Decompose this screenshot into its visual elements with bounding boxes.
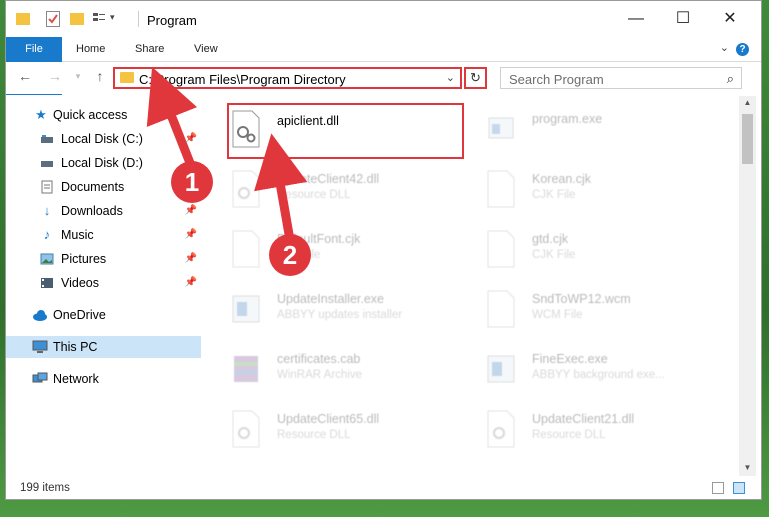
callout-1: 1	[171, 161, 213, 203]
callout-2: 2	[269, 234, 311, 276]
annotation-arrows	[146, 66, 308, 241]
callout-arrow-1	[146, 66, 198, 170]
callout-arrow-2	[254, 133, 308, 241]
